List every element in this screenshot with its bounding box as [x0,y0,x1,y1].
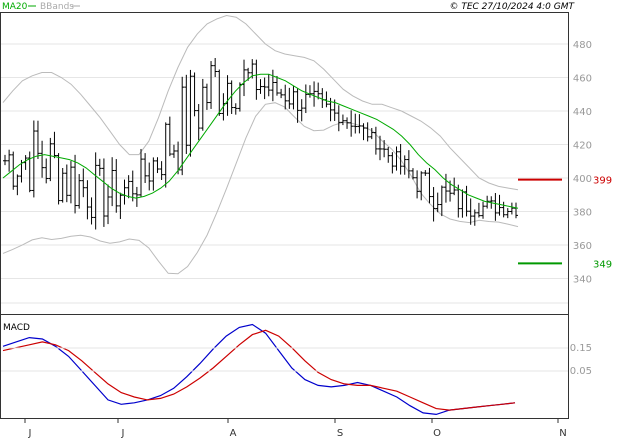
macd-panel [0,314,569,419]
price-panel [0,12,569,315]
month-label: O [433,428,441,439]
price-tick-label: 360 [573,241,592,252]
legend-ma20: MA20 [2,2,28,12]
macd-tick-label: 0.15 [570,343,592,354]
copyright: © TEC 27/10/2024 4:0 GMT [449,2,575,12]
price-tick-label: 480 [573,40,592,51]
price-axis: 340 360 380 400 420 440 460 480 [573,40,592,286]
month-label: J [28,428,32,439]
month-label: S [337,428,343,439]
price-tick-label: 340 [573,275,592,286]
price-tick-label: 460 [573,74,592,85]
price-tick-label: 420 [573,141,592,152]
month-label: J [121,428,125,439]
month-axis: JJASON [24,418,567,439]
month-label: A [230,428,237,439]
price-tick-label: 400 [573,174,592,185]
price-tick-label: 440 [573,107,592,118]
stock-chart: 399 349 340 360 380 400 420 440 460 480 0.15 0.05… [0,2,612,439]
support-label: 349 [593,259,612,270]
price-tick-label: 380 [573,208,592,219]
macd-tick-label: 0.05 [570,366,592,377]
month-label: N [559,428,566,439]
resistance-label: 399 [593,176,612,187]
legend-bbands: BBands [40,2,74,12]
macd-title: MACD [3,323,30,333]
